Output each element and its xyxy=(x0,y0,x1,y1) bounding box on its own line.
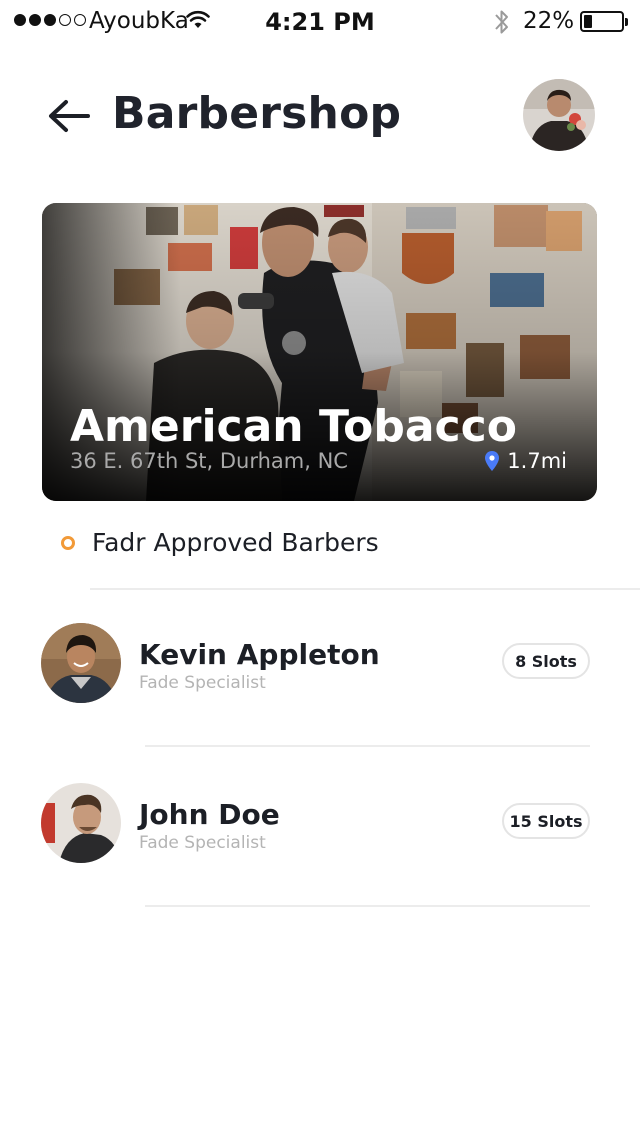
battery-percent: 22% xyxy=(523,8,575,34)
bluetooth-icon xyxy=(495,10,508,34)
profile-avatar[interactable] xyxy=(523,79,595,151)
shop-distance: 1.7mi xyxy=(485,449,567,473)
shop-card[interactable]: American Tobacco 36 E. 67th St, Durham, … xyxy=(42,203,597,501)
barber-avatar xyxy=(41,623,121,703)
slots-badge[interactable]: 15 Slots xyxy=(502,803,590,839)
barber-role: Fade Specialist xyxy=(139,673,266,693)
section-divider xyxy=(90,588,640,590)
barber-role: Fade Specialist xyxy=(139,833,266,853)
section-dot-icon xyxy=(61,536,75,550)
shop-address: 36 E. 67th St, Durham, NC xyxy=(70,449,348,473)
barber-row-kevin-appleton[interactable]: Kevin Appleton Fade Specialist 8 Slots xyxy=(0,623,640,713)
barber-name: John Doe xyxy=(139,798,280,831)
barber-name: Kevin Appleton xyxy=(139,638,380,671)
row-divider xyxy=(145,745,590,747)
shop-name: American Tobacco xyxy=(70,401,517,452)
page-title: Barbershop xyxy=(112,88,402,139)
barber-avatar xyxy=(41,783,121,863)
profile-photo xyxy=(523,79,595,151)
section-title: Fadr Approved Barbers xyxy=(92,528,379,557)
battery-icon xyxy=(580,11,628,32)
location-pin-icon xyxy=(485,451,500,471)
distance-label: 1.7mi xyxy=(507,449,567,473)
arrow-left-icon xyxy=(49,100,90,132)
slots-badge[interactable]: 8 Slots xyxy=(502,643,590,679)
row-divider xyxy=(145,905,590,907)
back-button[interactable] xyxy=(44,94,96,138)
barber-row-john-doe[interactable]: John Doe Fade Specialist 15 Slots xyxy=(0,783,640,873)
status-bar: AyoubKa 4:21 PM 22% xyxy=(0,0,640,44)
